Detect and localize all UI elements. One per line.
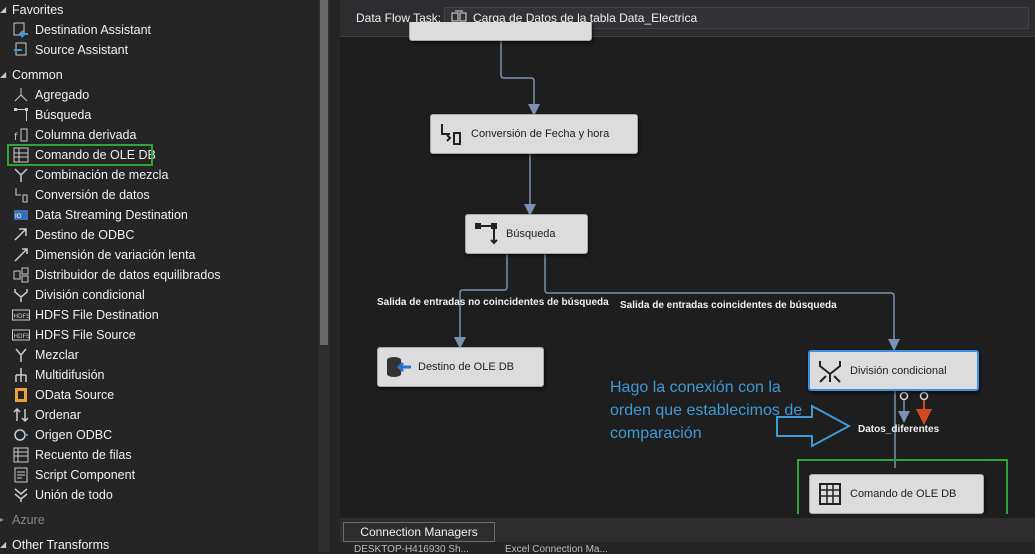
tab-connection-managers[interactable]: Connection Managers: [343, 522, 495, 542]
path-label-datos: Datos_diferentes: [858, 424, 940, 435]
connection-item-2[interactable]: Excel Connection Ma...: [505, 544, 608, 552]
datetime-conversion-icon: [437, 120, 465, 148]
connection-managers-strip: DESKTOP-H416930 Sh... Excel Connection M…: [340, 542, 1035, 552]
annotation-text: Hago la conexión con la orden que establ…: [610, 379, 803, 442]
path-source-to-conversion: [500, 41, 540, 116]
component-busqueda[interactable]: Búsqueda: [465, 214, 588, 254]
connection-item-1[interactable]: DESKTOP-H416930 Sh...: [354, 544, 469, 552]
source-component-partial[interactable]: [409, 22, 592, 41]
component-conversion-label: Conversión de Fecha y hora: [471, 128, 610, 140]
path-label-match: Salida de entradas coincidentes de búsqu…: [620, 300, 837, 311]
lookup-icon: [472, 220, 500, 248]
component-division[interactable]: División condicional: [808, 350, 979, 391]
conditional-split-icon: [816, 357, 844, 385]
component-destino-label: Destino de OLE DB: [418, 361, 514, 373]
component-division-label: División condicional: [850, 364, 947, 377]
path-label-no-match: Salida de entradas no coincidentes de bú…: [377, 297, 609, 308]
ole-db-destination-icon: [384, 353, 412, 381]
component-conversion[interactable]: Conversión de Fecha y hora: [430, 114, 638, 154]
component-busqueda-label: Búsqueda: [506, 228, 556, 240]
component-destino[interactable]: Destino de OLE DB: [377, 347, 544, 387]
